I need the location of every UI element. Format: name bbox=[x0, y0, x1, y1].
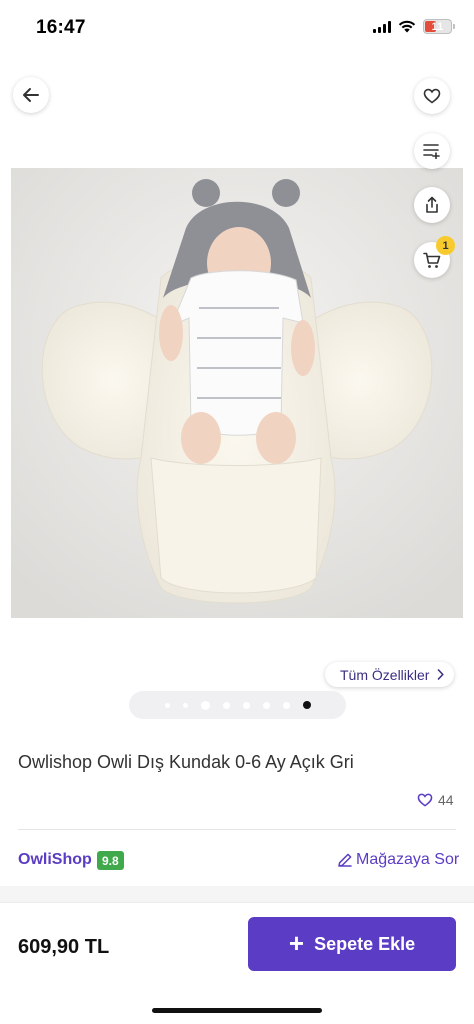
gallery-pager bbox=[129, 691, 346, 719]
cart-badge: 1 bbox=[436, 236, 455, 255]
favorite-button[interactable] bbox=[414, 78, 450, 114]
back-button[interactable] bbox=[13, 77, 49, 113]
share-icon bbox=[426, 196, 438, 213]
chevron-right-icon bbox=[438, 669, 445, 680]
cart-button[interactable]: 1 bbox=[414, 236, 455, 278]
all-features-label: Tüm Özellikler bbox=[340, 666, 430, 683]
pager-dot[interactable] bbox=[200, 700, 210, 710]
plus-icon: + bbox=[288, 927, 305, 958]
product-title: Owlishop Owli Dış Kundak 0-6 Ay Açık Gri bbox=[18, 752, 354, 772]
product-image[interactable] bbox=[11, 168, 463, 618]
cart-icon bbox=[423, 252, 441, 268]
seller-name-link[interactable]: OwliShop bbox=[18, 851, 92, 869]
battery-icon: 11 bbox=[423, 19, 455, 34]
heart-icon bbox=[417, 793, 433, 807]
add-to-list-button[interactable] bbox=[414, 133, 450, 169]
status-icons: 11 bbox=[373, 19, 455, 34]
share-button[interactable] bbox=[414, 187, 450, 223]
ask-store-button[interactable]: Mağazaya Sor bbox=[337, 851, 459, 869]
pager-dot[interactable] bbox=[282, 701, 290, 709]
status-time: 16:47 bbox=[36, 17, 86, 38]
pager-dot[interactable] bbox=[222, 701, 230, 709]
pager-dot[interactable] bbox=[164, 702, 170, 708]
pager-dot[interactable] bbox=[182, 702, 188, 708]
status-bar: 16:47 11 bbox=[0, 0, 474, 56]
divider bbox=[18, 829, 456, 830]
ask-store-label: Mağazaya Sor bbox=[356, 851, 460, 868]
pager-dot[interactable] bbox=[262, 701, 270, 709]
heart-icon bbox=[423, 88, 441, 104]
arrow-left-icon bbox=[23, 88, 39, 102]
list-plus-icon bbox=[423, 144, 440, 159]
wifi-icon bbox=[398, 20, 416, 33]
section-separator bbox=[0, 886, 474, 903]
add-to-cart-label: Sepete Ekle bbox=[314, 933, 416, 954]
add-to-cart-button[interactable]: + Sepete Ekle bbox=[248, 917, 456, 971]
battery-level: 11 bbox=[431, 20, 444, 33]
likes-counter[interactable]: 44 bbox=[417, 792, 454, 808]
product-price: 609,90 TL bbox=[18, 936, 110, 958]
seller-score-badge: 9.8 bbox=[97, 851, 124, 870]
pager-dot-active[interactable] bbox=[302, 701, 311, 709]
pencil-icon bbox=[338, 853, 352, 867]
likes-count: 44 bbox=[438, 792, 454, 808]
product-photo bbox=[11, 168, 463, 618]
signal-icon bbox=[373, 20, 391, 33]
pager-dot[interactable] bbox=[242, 701, 250, 709]
all-features-link[interactable]: Tüm Özellikler bbox=[325, 662, 455, 687]
home-indicator bbox=[152, 1008, 322, 1013]
